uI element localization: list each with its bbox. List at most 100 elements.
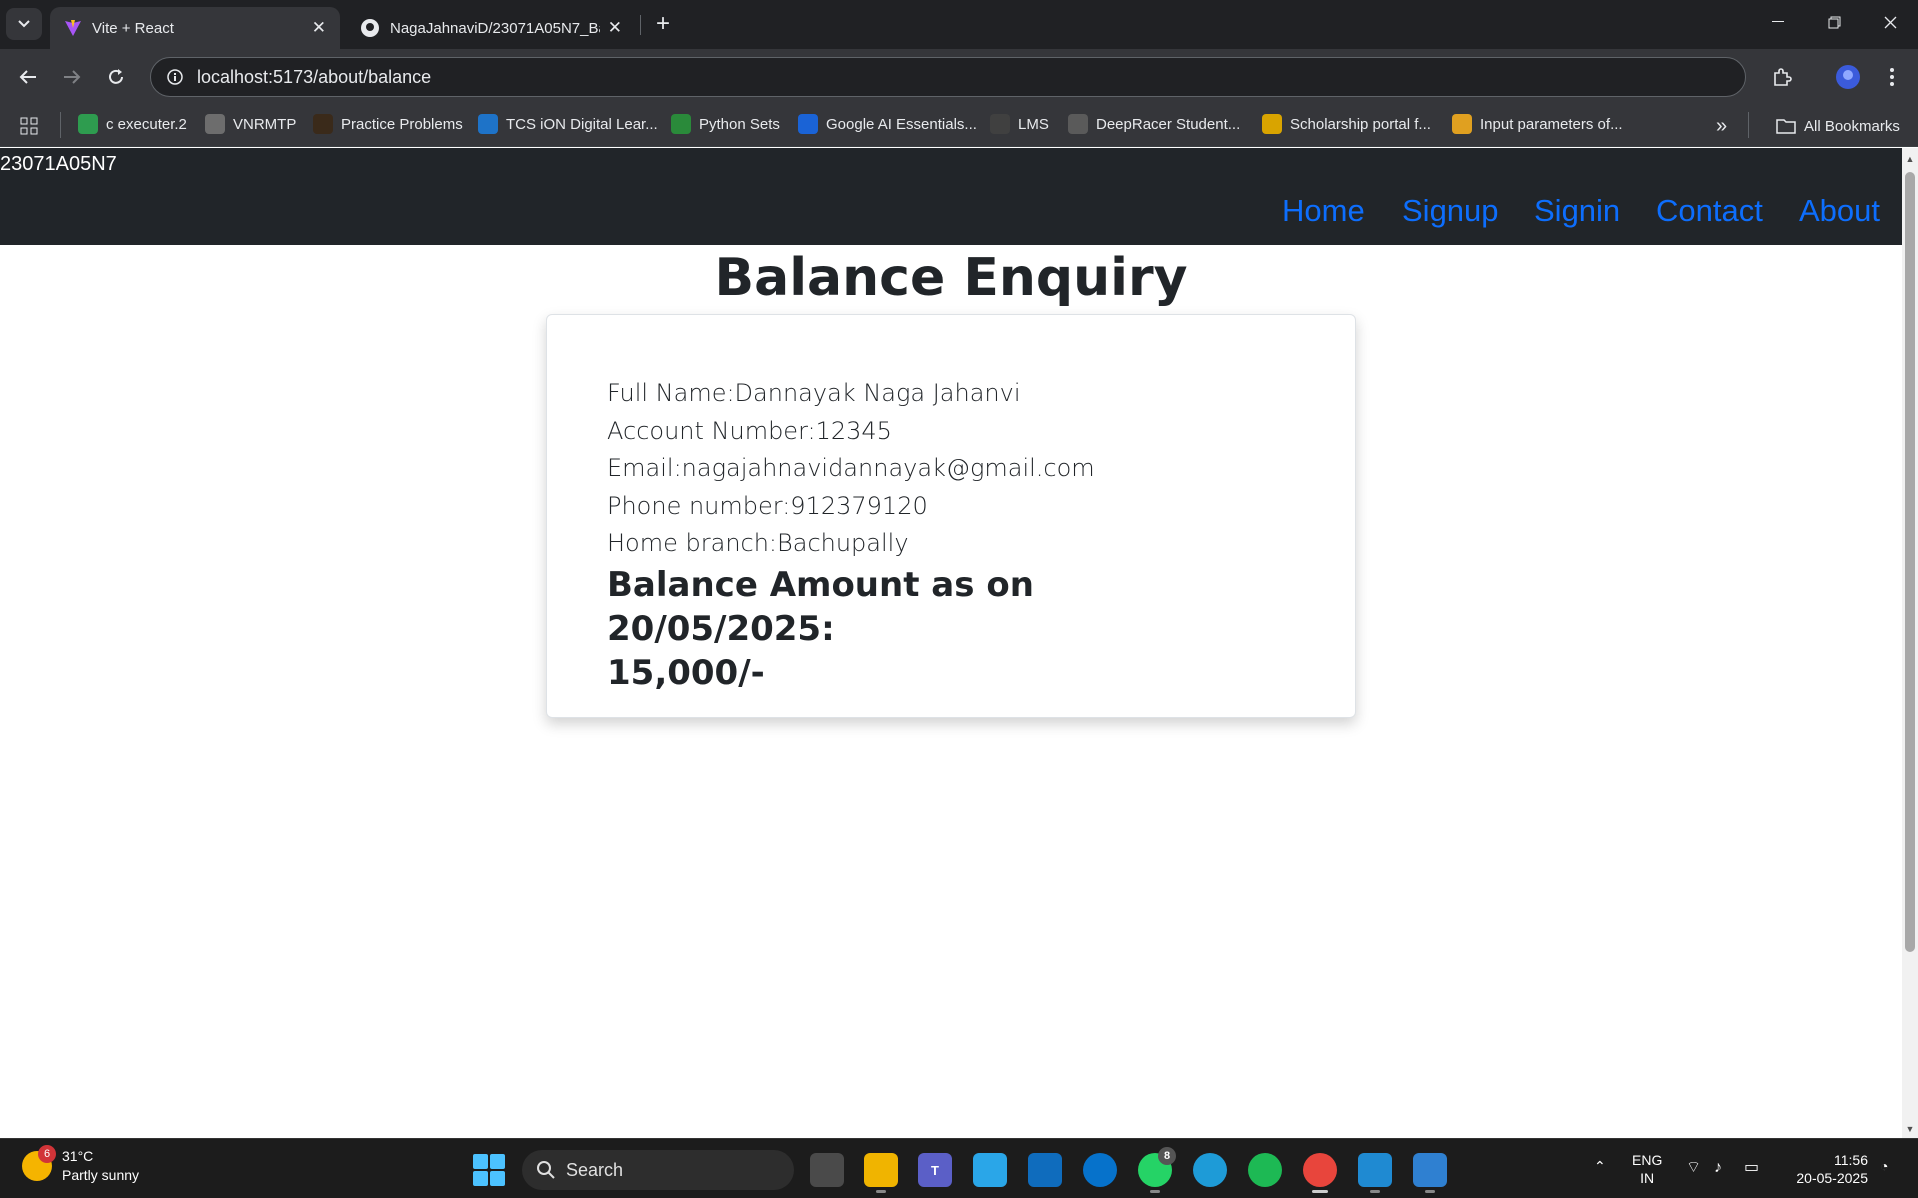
- windows-logo-icon: [473, 1154, 488, 1169]
- minimize-icon: [1772, 21, 1784, 22]
- taskbar-search[interactable]: Search: [522, 1150, 794, 1190]
- arrow-left-icon: [19, 70, 36, 84]
- start-button[interactable]: [473, 1154, 505, 1186]
- page-title: Balance Enquiry: [714, 248, 1188, 308]
- chrome-icon[interactable]: [1303, 1153, 1337, 1187]
- bookmark-favicon-icon: [990, 114, 1010, 134]
- teams-icon[interactable]: T: [918, 1153, 952, 1187]
- copilot-icon[interactable]: [973, 1153, 1007, 1187]
- more-bookmarks-button[interactable]: »: [1716, 115, 1727, 137]
- clock-time: 11:56: [1834, 1152, 1868, 1168]
- tab-github[interactable]: NagaJahnaviD/23071A05N7_Ba ✕: [346, 7, 636, 49]
- vertical-scrollbar[interactable]: ▲ ▼: [1902, 148, 1918, 1138]
- vite-logo-icon: [65, 20, 81, 36]
- all-bookmarks-button[interactable]: All Bookmarks: [1776, 115, 1900, 137]
- notifications-icon[interactable]: ◔: [1880, 1157, 1888, 1175]
- bookmark-item[interactable]: DeepRacer Student...: [1068, 113, 1240, 135]
- address-bar[interactable]: localhost:5173/about/balance: [150, 57, 1746, 97]
- back-button[interactable]: [12, 61, 44, 93]
- running-indicator: [876, 1190, 886, 1193]
- arrow-right-icon: [64, 70, 81, 84]
- bookmark-label: c executer.2: [106, 115, 187, 133]
- tab-vite-react[interactable]: Vite + React ✕: [50, 7, 340, 49]
- close-icon: [1884, 16, 1896, 28]
- running-indicator: [1150, 1190, 1160, 1193]
- nav-link-home[interactable]: Home: [1282, 193, 1365, 229]
- volume-icon[interactable]: ♪: [1714, 1159, 1722, 1177]
- bookmark-label: VNRMTP: [233, 115, 297, 133]
- language-indicator[interactable]: ENG IN: [1632, 1151, 1662, 1187]
- nav-link-about[interactable]: About: [1799, 193, 1880, 229]
- all-bookmarks-label: All Bookmarks: [1804, 117, 1900, 135]
- bookmark-item[interactable]: c executer.2: [78, 113, 187, 135]
- weather-desc: Partly sunny: [62, 1167, 140, 1183]
- dell-icon[interactable]: [1083, 1153, 1117, 1187]
- windows-logo-icon: [490, 1154, 505, 1169]
- spotify-icon[interactable]: [1248, 1153, 1282, 1187]
- apps-button[interactable]: [20, 115, 38, 137]
- chevron-up-icon[interactable]: ⌃: [1594, 1157, 1606, 1175]
- new-tab-button[interactable]: +: [648, 9, 678, 39]
- whatsapp-icon[interactable]: 8: [1138, 1147, 1176, 1187]
- clock[interactable]: 11:56 20-05-2025: [1784, 1151, 1868, 1187]
- file-explorer-icon[interactable]: [864, 1153, 898, 1187]
- bookmark-label: Practice Problems: [341, 115, 463, 133]
- bookmark-favicon-icon: [671, 114, 691, 134]
- bookmark-divider: [1748, 112, 1749, 138]
- bookmark-label: Input parameters of...: [1480, 115, 1623, 133]
- bookmark-item[interactable]: Google AI Essentials...: [798, 113, 977, 135]
- tab-search-button[interactable]: [6, 8, 42, 40]
- weather-widget[interactable]: 6 31°C Partly sunny: [22, 1145, 140, 1185]
- balance-card: Full Name:Dannayak Naga Jahanvi Account …: [546, 314, 1356, 718]
- tab-title: Vite + React: [92, 19, 174, 37]
- bookmark-item[interactable]: Input parameters of...: [1452, 113, 1623, 135]
- weather-sun-icon: 6: [22, 1145, 56, 1181]
- bookmark-favicon-icon: [205, 114, 225, 134]
- bookmark-item[interactable]: Practice Problems: [313, 113, 463, 135]
- avatar-icon: [1836, 65, 1860, 89]
- forward-button[interactable]: [56, 61, 88, 93]
- scrollbar-thumb[interactable]: [1905, 172, 1915, 952]
- minimize-button[interactable]: [1750, 0, 1806, 44]
- profile-button[interactable]: [1832, 61, 1864, 93]
- chevron-down-icon: [18, 20, 30, 28]
- bookmark-item[interactable]: Scholarship portal f...: [1262, 113, 1431, 135]
- nav-link-signin[interactable]: Signin: [1534, 193, 1620, 229]
- weather-temp: 31°C: [62, 1148, 94, 1164]
- task-view-icon[interactable]: [810, 1153, 844, 1187]
- window-close-button[interactable]: [1862, 0, 1918, 44]
- scroll-down-icon[interactable]: ▼: [1905, 1124, 1915, 1134]
- bookmark-label: Scholarship portal f...: [1290, 115, 1431, 133]
- bookmark-favicon-icon: [798, 114, 818, 134]
- bookmark-label: DeepRacer Student...: [1096, 115, 1241, 133]
- apps-grid-icon: [20, 117, 38, 135]
- balance-value: 15,000/-: [607, 653, 765, 693]
- bookmark-item[interactable]: TCS iON Digital Lear...: [478, 113, 658, 135]
- search-icon: [537, 1161, 555, 1179]
- bookmark-item[interactable]: VNRMTP: [205, 113, 296, 135]
- bookmark-item[interactable]: LMS: [990, 113, 1049, 135]
- reload-button[interactable]: [100, 61, 132, 93]
- nav-link-contact[interactable]: Contact: [1656, 193, 1763, 229]
- scroll-up-icon[interactable]: ▲: [1905, 154, 1915, 164]
- store-icon[interactable]: [1028, 1153, 1062, 1187]
- email-text: Email:nagajahnavidannayak@gmail.com: [607, 454, 1095, 482]
- close-icon[interactable]: ✕: [608, 18, 622, 38]
- active-indicator: [1312, 1190, 1328, 1193]
- vscode-icon[interactable]: [1358, 1153, 1392, 1187]
- restore-button[interactable]: [1806, 0, 1862, 44]
- extensions-button[interactable]: [1766, 61, 1798, 93]
- bookmark-item[interactable]: Python Sets: [671, 113, 780, 135]
- github-icon: [361, 19, 379, 37]
- edge-icon[interactable]: [1193, 1153, 1227, 1187]
- nav-link-signup[interactable]: Signup: [1402, 193, 1499, 229]
- close-icon[interactable]: ✕: [312, 18, 326, 38]
- tab-title: NagaJahnaviD/23071A05N7_Ba: [390, 19, 600, 37]
- menu-button[interactable]: [1876, 61, 1908, 93]
- search-label: Search: [566, 1159, 624, 1180]
- notepad-icon[interactable]: [1413, 1153, 1447, 1187]
- battery-icon[interactable]: ▭: [1744, 1159, 1759, 1177]
- bookmark-divider: [60, 112, 61, 138]
- reload-icon: [109, 69, 123, 84]
- wifi-icon[interactable]: ⌔: [1686, 1159, 1701, 1177]
